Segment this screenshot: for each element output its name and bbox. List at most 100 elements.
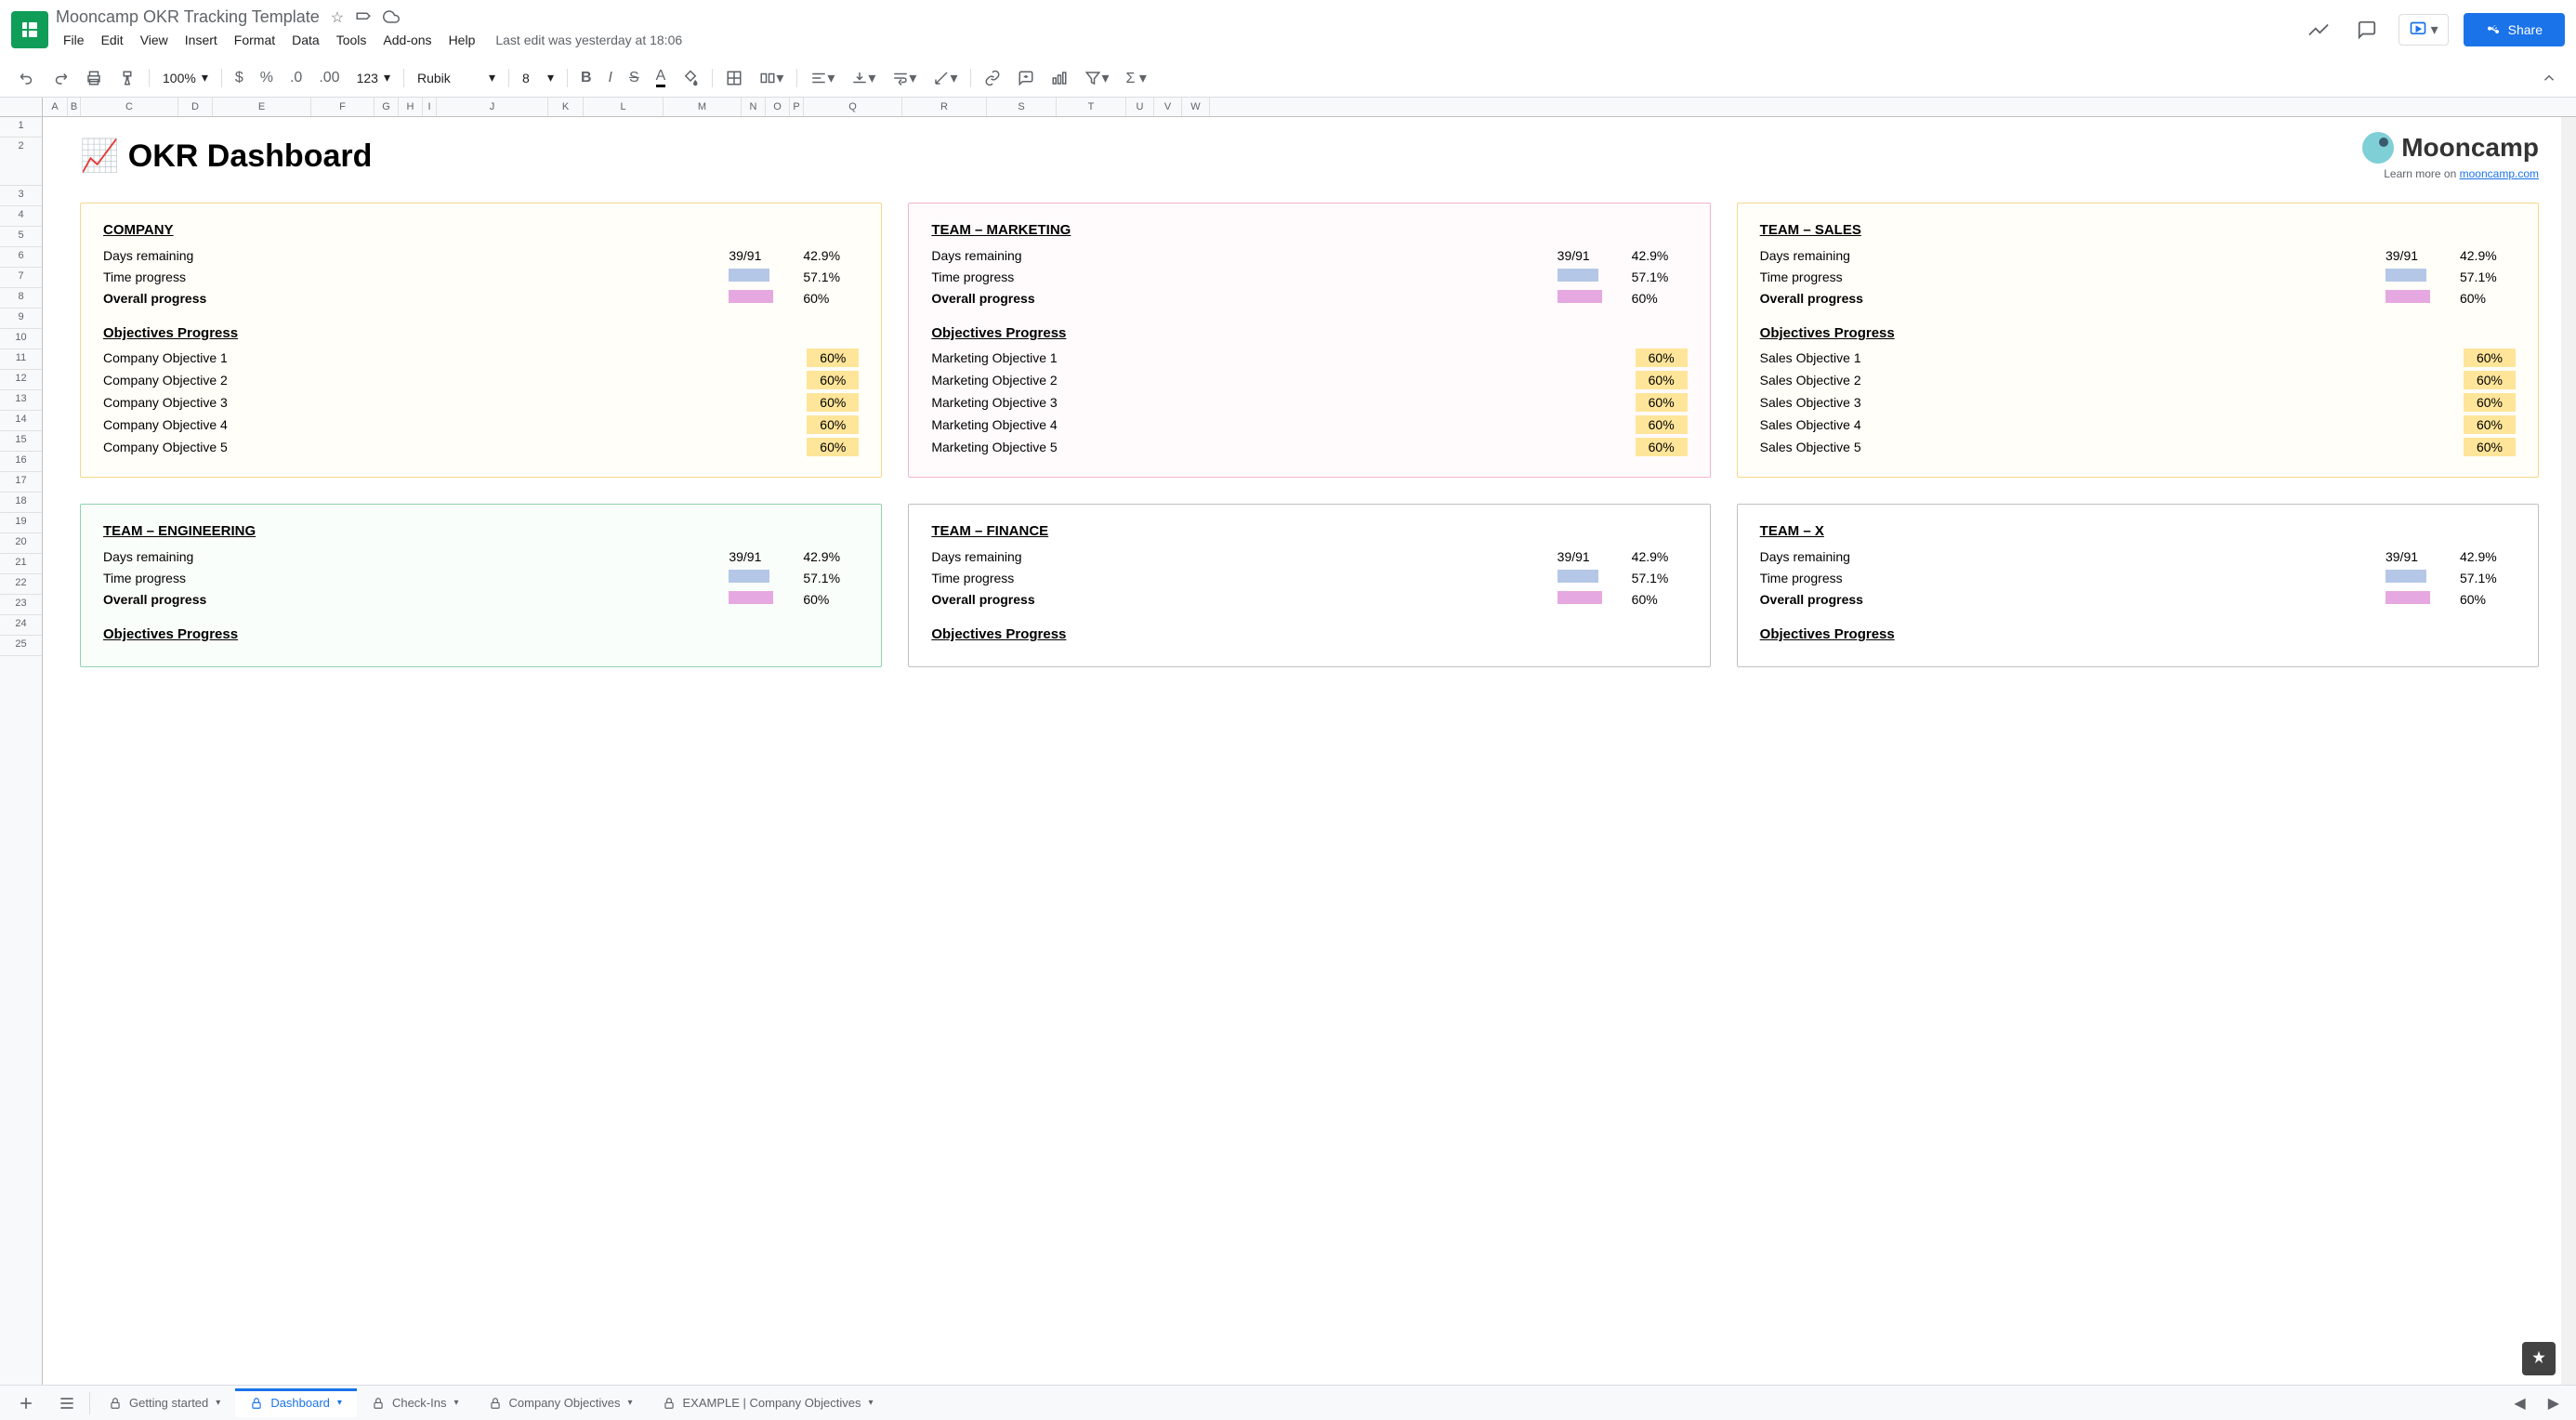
- column-header-D[interactable]: D: [178, 98, 213, 116]
- number-format-select[interactable]: 123▾: [349, 66, 398, 89]
- row-header-23[interactable]: 23: [0, 595, 42, 615]
- collapse-toolbar-button[interactable]: [2533, 64, 2565, 92]
- menu-file[interactable]: File: [56, 29, 92, 51]
- tab-scroll-right[interactable]: ▶: [2539, 1388, 2569, 1418]
- cloud-icon[interactable]: [383, 8, 400, 27]
- fill-color-button[interactable]: [675, 64, 706, 92]
- row-header-15[interactable]: 15: [0, 431, 42, 452]
- row-header-22[interactable]: 22: [0, 574, 42, 595]
- column-header-B[interactable]: B: [68, 98, 81, 116]
- row-header-20[interactable]: 20: [0, 533, 42, 554]
- font-size-select[interactable]: 8 ▾: [515, 66, 561, 89]
- menu-addons[interactable]: Add-ons: [375, 29, 439, 51]
- document-title[interactable]: Mooncamp OKR Tracking Template: [56, 7, 320, 27]
- column-header-V[interactable]: V: [1154, 98, 1182, 116]
- row-header-13[interactable]: 13: [0, 390, 42, 411]
- column-header-Q[interactable]: Q: [804, 98, 902, 116]
- tab-scroll-left[interactable]: ◀: [2504, 1388, 2534, 1418]
- star-icon[interactable]: ☆: [331, 8, 344, 27]
- merge-button[interactable]: ▾: [752, 63, 791, 93]
- menu-view[interactable]: View: [133, 29, 176, 51]
- filter-button[interactable]: ▾: [1077, 63, 1116, 93]
- row-header-18[interactable]: 18: [0, 493, 42, 513]
- column-header-E[interactable]: E: [213, 98, 311, 116]
- zoom-select[interactable]: 100% ▾: [155, 66, 216, 89]
- row-header-9[interactable]: 9: [0, 309, 42, 329]
- font-select[interactable]: Rubik ▾: [410, 66, 503, 89]
- column-header-L[interactable]: L: [584, 98, 664, 116]
- sheets-logo[interactable]: [11, 11, 48, 48]
- explore-button[interactable]: [2522, 1342, 2556, 1375]
- undo-button[interactable]: [11, 64, 43, 92]
- redo-button[interactable]: [45, 64, 76, 92]
- row-header-17[interactable]: 17: [0, 472, 42, 493]
- column-header-R[interactable]: R: [902, 98, 987, 116]
- sheet-content[interactable]: 📈 OKR Dashboard Mooncamp Learn more on m…: [43, 117, 2576, 1385]
- rotate-button[interactable]: ▾: [926, 63, 965, 93]
- borders-button[interactable]: [718, 64, 750, 92]
- increase-decimal-button[interactable]: .00: [311, 64, 347, 92]
- menu-tools[interactable]: Tools: [329, 29, 375, 51]
- bold-button[interactable]: B: [573, 64, 599, 92]
- row-header-3[interactable]: 3: [0, 186, 42, 206]
- row-header-10[interactable]: 10: [0, 329, 42, 349]
- menu-help[interactable]: Help: [441, 29, 483, 51]
- row-header-25[interactable]: 25: [0, 636, 42, 656]
- row-header-6[interactable]: 6: [0, 247, 42, 268]
- comment-button[interactable]: [1010, 64, 1042, 92]
- sheet-tab-example-company-objectives[interactable]: EXAMPLE | Company Objectives▾: [648, 1388, 888, 1417]
- sheet-tab-check-ins[interactable]: Check-Ins▾: [357, 1388, 474, 1417]
- column-header-F[interactable]: F: [311, 98, 375, 116]
- decrease-decimal-button[interactable]: .0: [283, 64, 309, 92]
- menu-data[interactable]: Data: [284, 29, 327, 51]
- column-header-S[interactable]: S: [987, 98, 1057, 116]
- row-header-24[interactable]: 24: [0, 615, 42, 636]
- row-header-8[interactable]: 8: [0, 288, 42, 309]
- valign-button[interactable]: ▾: [844, 63, 883, 93]
- chart-button[interactable]: [1044, 64, 1075, 92]
- menu-edit[interactable]: Edit: [94, 29, 131, 51]
- row-header-12[interactable]: 12: [0, 370, 42, 390]
- select-all-corner[interactable]: [0, 98, 43, 116]
- column-header-M[interactable]: M: [664, 98, 742, 116]
- column-header-T[interactable]: T: [1057, 98, 1126, 116]
- halign-button[interactable]: ▾: [803, 63, 842, 93]
- paint-format-button[interactable]: [112, 64, 143, 92]
- percent-button[interactable]: %: [253, 64, 281, 92]
- strikethrough-button[interactable]: S: [622, 64, 647, 92]
- row-header-21[interactable]: 21: [0, 554, 42, 574]
- text-color-button[interactable]: A: [649, 62, 674, 93]
- share-button[interactable]: Share: [2464, 13, 2565, 46]
- column-header-A[interactable]: A: [43, 98, 68, 116]
- comments-icon[interactable]: [2350, 13, 2384, 46]
- menu-format[interactable]: Format: [227, 29, 283, 51]
- row-header-5[interactable]: 5: [0, 227, 42, 247]
- row-header-2[interactable]: 2: [0, 138, 42, 186]
- functions-button[interactable]: Σ ▾: [1119, 63, 1154, 93]
- column-header-C[interactable]: C: [81, 98, 178, 116]
- present-button[interactable]: ▾: [2399, 14, 2449, 46]
- print-button[interactable]: [78, 64, 110, 92]
- italic-button[interactable]: I: [601, 64, 620, 92]
- row-header-14[interactable]: 14: [0, 411, 42, 431]
- sheet-tab-getting-started[interactable]: Getting started▾: [94, 1388, 235, 1417]
- menu-insert[interactable]: Insert: [177, 29, 225, 51]
- column-header-O[interactable]: O: [766, 98, 790, 116]
- column-header-U[interactable]: U: [1126, 98, 1154, 116]
- column-header-P[interactable]: P: [790, 98, 804, 116]
- row-header-4[interactable]: 4: [0, 206, 42, 227]
- row-header-19[interactable]: 19: [0, 513, 42, 533]
- row-header-16[interactable]: 16: [0, 452, 42, 472]
- currency-button[interactable]: $: [228, 64, 251, 92]
- link-button[interactable]: [977, 64, 1008, 92]
- vertical-scrollbar[interactable]: [2561, 117, 2576, 1385]
- row-header-7[interactable]: 7: [0, 268, 42, 288]
- all-sheets-button[interactable]: [48, 1388, 85, 1418]
- sheet-tab-dashboard[interactable]: Dashboard▾: [235, 1388, 357, 1417]
- column-header-J[interactable]: J: [437, 98, 548, 116]
- row-header-11[interactable]: 11: [0, 349, 42, 370]
- column-header-N[interactable]: N: [742, 98, 766, 116]
- column-header-H[interactable]: H: [399, 98, 423, 116]
- wrap-button[interactable]: ▾: [885, 63, 924, 93]
- mooncamp-link[interactable]: mooncamp.com: [2460, 167, 2539, 180]
